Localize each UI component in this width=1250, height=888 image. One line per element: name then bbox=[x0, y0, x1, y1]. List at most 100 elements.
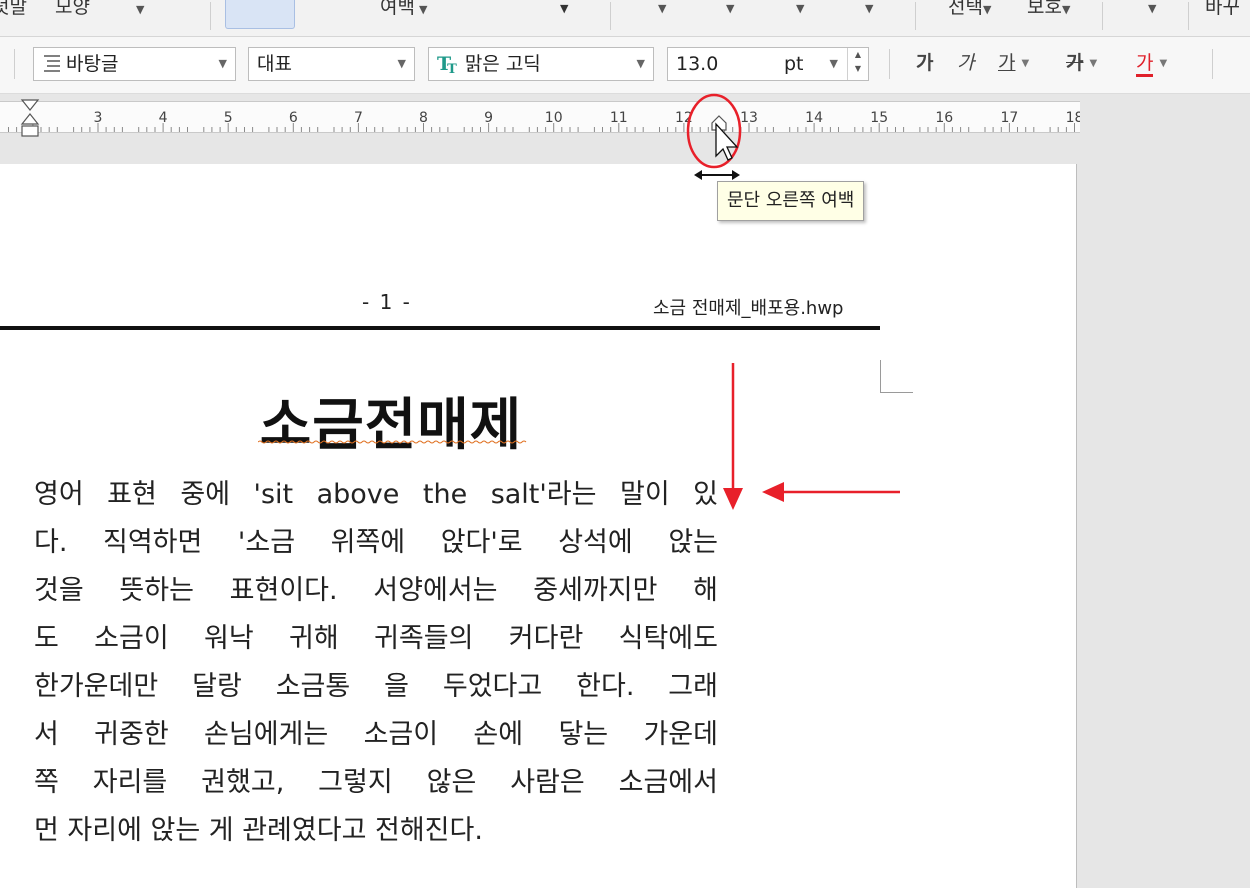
chevron-down-icon: ▼ bbox=[982, 3, 992, 16]
chevron-down-icon[interactable]: ▼ bbox=[1159, 58, 1167, 69]
ruler-number: 17 bbox=[1000, 110, 1018, 126]
ruler-number: 11 bbox=[610, 110, 628, 126]
chevron-down-icon[interactable]: ▼ bbox=[658, 2, 666, 15]
font-select-content: TT 맑은 고딕 bbox=[437, 48, 541, 86]
chevron-down-icon: ▼ bbox=[135, 3, 145, 16]
menu-item-6[interactable]: 바꾸 bbox=[1205, 0, 1240, 19]
underline-glyph: 가 bbox=[998, 52, 1016, 74]
ruler-area: 3 4 5 6 7 8 9 10 11 12 13 14 15 16 17 18 bbox=[0, 94, 1250, 164]
ruler-number: 8 bbox=[419, 110, 428, 126]
font-size-stepper[interactable]: ▲ ▼ bbox=[847, 48, 868, 80]
chevron-down-icon[interactable]: ▼ bbox=[560, 2, 568, 15]
body-line: 다. 직역하면 '소금 위쪽에 앉다'로 상석에 앉는 bbox=[34, 527, 718, 558]
ruler-number: 4 bbox=[159, 110, 168, 126]
header-rule bbox=[0, 326, 880, 330]
ruler-scale: 3 4 5 6 7 8 9 10 11 12 13 14 15 16 17 18 bbox=[8, 110, 1080, 132]
chevron-down-icon: ▼ bbox=[1061, 3, 1071, 16]
chevron-down-icon[interactable]: ▼ bbox=[796, 2, 804, 15]
ruler-number: 16 bbox=[935, 110, 953, 126]
menu-item-1[interactable]: 덧말 bbox=[0, 0, 27, 19]
active-menu-button[interactable] bbox=[225, 0, 295, 29]
chevron-down-icon[interactable]: ▼ bbox=[830, 48, 838, 80]
chevron-down-icon: ▼ bbox=[636, 57, 645, 70]
toolbar-divider bbox=[1212, 49, 1213, 79]
body-line: 먼 자리에 앉는 게 관례였다고 전해진다. bbox=[34, 815, 483, 846]
menu-item-2[interactable]: 모양 ▼ bbox=[55, 0, 144, 19]
menu-item-label: 바꾸 bbox=[1205, 0, 1240, 18]
language-select-value: 대표 bbox=[257, 53, 292, 75]
menu-item-label: 보호 bbox=[1027, 0, 1062, 18]
strikethrough-button[interactable]: 가 ▼ bbox=[1066, 51, 1097, 76]
stepper-up-icon[interactable]: ▲ bbox=[848, 48, 868, 62]
ruler-number: 18 bbox=[1066, 110, 1080, 126]
menu-divider bbox=[610, 2, 611, 30]
menu-item-label: 덧말 bbox=[0, 0, 27, 18]
font-color-glyph: 가 bbox=[1136, 52, 1154, 77]
style-select-value: 바탕글 bbox=[66, 53, 119, 75]
menu-item-4[interactable]: 선택▼ bbox=[948, 0, 991, 19]
horizontal-ruler[interactable]: 3 4 5 6 7 8 9 10 11 12 13 14 15 16 17 18 bbox=[0, 101, 1080, 133]
chevron-down-icon: ▼ bbox=[397, 57, 406, 70]
body-line: 한가운데만 달랑 소금통 을 두었다고 한다. 그래 bbox=[34, 671, 718, 702]
menu-divider bbox=[915, 2, 916, 30]
stepper-down-icon[interactable]: ▼ bbox=[848, 62, 868, 76]
font-size-unit: pt bbox=[784, 53, 804, 75]
font-color-button[interactable]: 가 ▼ bbox=[1136, 51, 1167, 77]
underline-button[interactable]: 가 ▼ bbox=[998, 51, 1029, 76]
menu-strip: 덧말 모양▼ 여백▼ ▼ ▼ ▼ ▼ ▼ 선택▼ 보호▼ ▼ 바꾸 bbox=[0, 0, 1250, 37]
menu-item-3[interactable]: 여백 ▼ bbox=[380, 0, 427, 19]
ruler-number: 6 bbox=[289, 110, 298, 126]
left-indent-marker-icon[interactable] bbox=[20, 98, 42, 142]
ruler-number: 14 bbox=[805, 110, 823, 126]
style-select-content: 바탕글 bbox=[42, 48, 118, 80]
right-margin-marker-icon[interactable] bbox=[710, 114, 728, 132]
menu-item-label: 여백 bbox=[380, 0, 415, 18]
body-line: 서 귀중한 손님에게는 소금이 손에 닿는 가운데 bbox=[34, 719, 718, 750]
menu-item-5[interactable]: 보호▼ bbox=[1027, 0, 1070, 19]
menu-divider bbox=[1102, 2, 1103, 30]
ruler-number: 15 bbox=[870, 110, 888, 126]
spellcheck-underline bbox=[258, 440, 527, 444]
menu-divider bbox=[1188, 2, 1189, 30]
body-line: 쪽 자리를 권했고, 그렇지 않은 사람은 소금에서 bbox=[34, 767, 718, 798]
truetype-font-icon: TT bbox=[437, 53, 457, 77]
page-number: - 1 - bbox=[362, 290, 412, 314]
document-body[interactable]: 영어 표현 중에 'sit above the salt'라는 말이 있 다. … bbox=[34, 472, 718, 856]
font-select-value: 맑은 고딕 bbox=[464, 53, 541, 75]
bold-glyph: 가 bbox=[916, 52, 934, 74]
body-line: 도 소금이 워낙 귀해 귀족들의 커다란 식탁에도 bbox=[34, 623, 718, 654]
font-select[interactable]: TT 맑은 고딕 ▼ bbox=[428, 47, 654, 81]
menu-divider bbox=[210, 2, 211, 30]
tooltip: 문단 오른쪽 여백 bbox=[717, 181, 865, 221]
ruler-number: 12 bbox=[675, 110, 693, 126]
chevron-down-icon: ▼ bbox=[418, 3, 428, 16]
chevron-down-icon[interactable]: ▼ bbox=[1148, 2, 1156, 15]
toolbar-divider bbox=[14, 49, 15, 79]
chevron-down-icon[interactable]: ▼ bbox=[1089, 58, 1097, 69]
header-file-name: 소금 전매제_배포용.hwp bbox=[653, 298, 844, 319]
italic-glyph: 가 bbox=[957, 52, 975, 74]
language-select[interactable]: 대표 ▼ bbox=[248, 47, 415, 81]
margin-corner-mark bbox=[880, 360, 913, 393]
ruler-number: 7 bbox=[354, 110, 363, 126]
body-line: 것을 뜻하는 표현이다. 서양에서는 중세까지만 해 bbox=[34, 575, 718, 606]
document-title[interactable]: 소금전매제 bbox=[0, 380, 782, 461]
style-select[interactable]: 바탕글 ▼ bbox=[33, 47, 236, 81]
bold-button[interactable]: 가 bbox=[916, 51, 933, 75]
formatting-toolbar: 바탕글 ▼ 대표 ▼ TT 맑은 고딕 ▼ 13.0 pt ▼ ▲ ▼ 가 가 가… bbox=[0, 37, 1250, 94]
font-size-input[interactable]: 13.0 bbox=[676, 48, 718, 80]
menu-item-label: 모양 bbox=[55, 0, 90, 18]
font-size-select[interactable]: 13.0 pt ▼ ▲ ▼ bbox=[667, 47, 869, 81]
chevron-down-icon[interactable]: ▼ bbox=[726, 2, 734, 15]
chevron-down-icon[interactable]: ▼ bbox=[1021, 58, 1029, 69]
chevron-down-icon[interactable]: ▼ bbox=[865, 2, 873, 15]
toolbar-divider bbox=[889, 49, 890, 79]
menu-item-label: 선택 bbox=[948, 0, 983, 18]
ruler-number: 9 bbox=[484, 110, 493, 126]
chevron-down-icon: ▼ bbox=[218, 57, 227, 70]
ruler-number: 13 bbox=[740, 110, 758, 126]
workspace-background bbox=[1077, 164, 1250, 888]
italic-button[interactable]: 가 bbox=[957, 51, 974, 75]
ruler-number: 10 bbox=[545, 110, 563, 126]
paragraph-style-icon bbox=[44, 55, 60, 72]
